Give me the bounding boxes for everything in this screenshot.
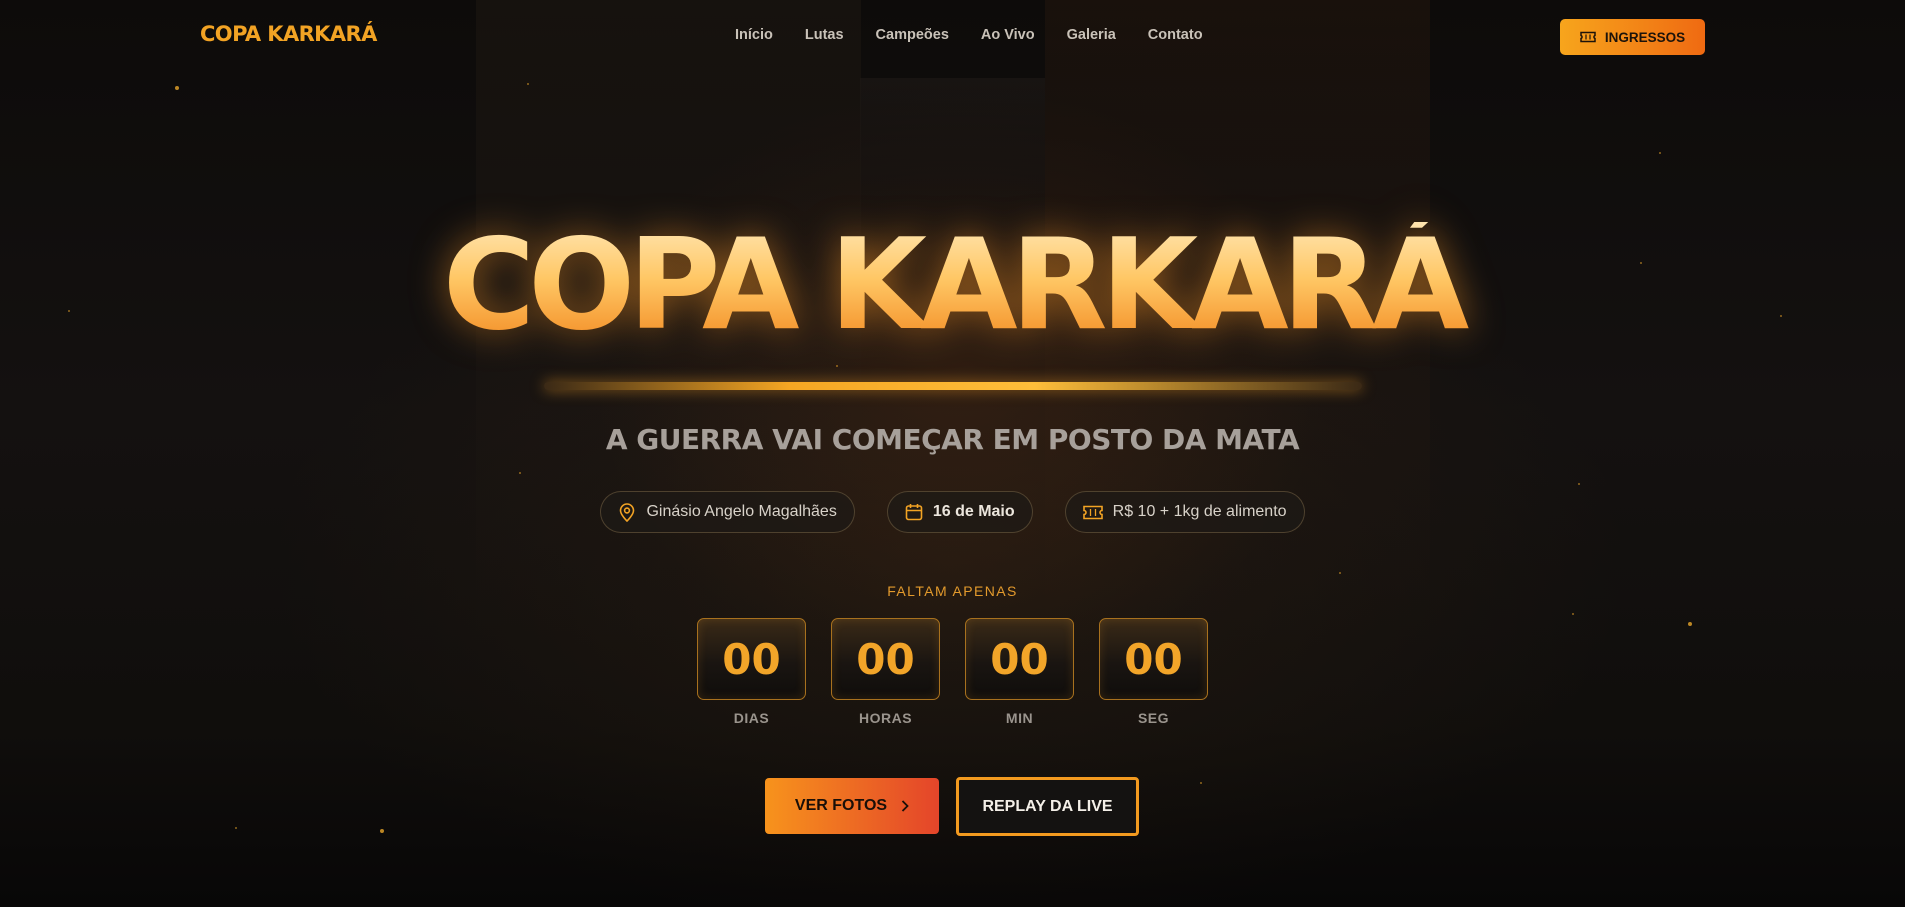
- tickets-button-label: INGRESSOS: [1604, 29, 1686, 45]
- countdown-days: 00 DIAS: [697, 618, 806, 726]
- site-header: COPA KARKARÁ Início Lutas Campeões Ao Vi…: [0, 0, 1905, 74]
- countdown-minutes: 00 MIN: [965, 618, 1074, 726]
- cta-buttons: VER FOTOS REPLAY DA LIVE: [765, 777, 1139, 836]
- countdown-hours: 00 HORAS: [831, 618, 940, 726]
- nav-item-ao-vivo[interactable]: Ao Vivo: [981, 27, 1035, 43]
- page: COPA KARKARÁ Início Lutas Campeões Ao Vi…: [0, 0, 1905, 907]
- replay-live-button[interactable]: REPLAY DA LIVE: [956, 777, 1139, 836]
- date-text: 16 de Maio: [932, 503, 1015, 520]
- ember-particle: [235, 827, 237, 829]
- view-photos-label: VER FOTOS: [794, 797, 888, 814]
- ember-particle: [519, 472, 521, 474]
- ember-particle: [527, 83, 529, 85]
- ember-particle: [1578, 483, 1580, 485]
- ember-particle: [836, 365, 838, 367]
- ember-particle: [1572, 613, 1574, 615]
- event-info-chips: Ginásio Angelo Magalhães 16 de Maio R$ 1…: [0, 491, 1905, 533]
- nav-item-campeoes[interactable]: Campeões: [876, 27, 949, 43]
- countdown-value: 00: [965, 618, 1074, 700]
- replay-live-label: REPLAY DA LIVE: [982, 797, 1113, 815]
- price-text: R$ 10 + 1kg de alimento: [1112, 503, 1287, 520]
- title-underline: [544, 382, 1362, 390]
- price-chip: R$ 10 + 1kg de alimento: [1064, 491, 1305, 533]
- date-chip: 16 de Maio: [886, 491, 1033, 533]
- countdown-caption: SEG: [1137, 710, 1170, 726]
- ticket-icon: [1082, 505, 1103, 519]
- calendar-icon: [905, 504, 923, 521]
- main-nav: Início Lutas Campeões Ao Vivo Galeria Co…: [735, 27, 1203, 43]
- ticket-icon: [1580, 31, 1596, 43]
- ember-particle: [1688, 622, 1692, 626]
- hero-title: COPA KARKARÁ: [0, 222, 1905, 348]
- hero-subtitle: A GUERRA VAI COMEÇAR EM POSTO DA MATA: [605, 423, 1300, 456]
- nav-item-contato[interactable]: Contato: [1148, 27, 1203, 43]
- countdown-value: 00: [1099, 618, 1208, 700]
- ember-particle: [380, 829, 384, 833]
- countdown-caption: HORAS: [858, 710, 913, 726]
- ember-particle: [1339, 572, 1341, 574]
- view-photos-button[interactable]: VER FOTOS: [765, 778, 939, 834]
- countdown-value: 00: [831, 618, 940, 700]
- nav-item-lutas[interactable]: Lutas: [805, 27, 844, 43]
- countdown-caption: MIN: [1005, 710, 1034, 726]
- logo[interactable]: COPA KARKARÁ: [200, 22, 377, 46]
- nav-item-inicio[interactable]: Início: [735, 27, 773, 43]
- chevron-right-icon: [901, 800, 909, 812]
- countdown-caption: DIAS: [733, 710, 770, 726]
- countdown-label: FALTAM APENAS: [887, 583, 1018, 599]
- location-chip: Ginásio Angelo Magalhães: [600, 491, 855, 533]
- ember-particle: [1659, 152, 1661, 154]
- countdown-timer: 00 DIAS 00 HORAS 00 MIN 00 SEG: [697, 618, 1208, 726]
- location-text: Ginásio Angelo Magalhães: [646, 503, 837, 520]
- tickets-button[interactable]: INGRESSOS: [1560, 19, 1705, 55]
- countdown-value: 00: [697, 618, 806, 700]
- nav-item-galeria[interactable]: Galeria: [1067, 27, 1116, 43]
- ember-particle: [175, 86, 179, 90]
- countdown-seconds: 00 SEG: [1099, 618, 1208, 726]
- map-pin-icon: [620, 503, 635, 522]
- ember-particle: [1200, 782, 1202, 784]
